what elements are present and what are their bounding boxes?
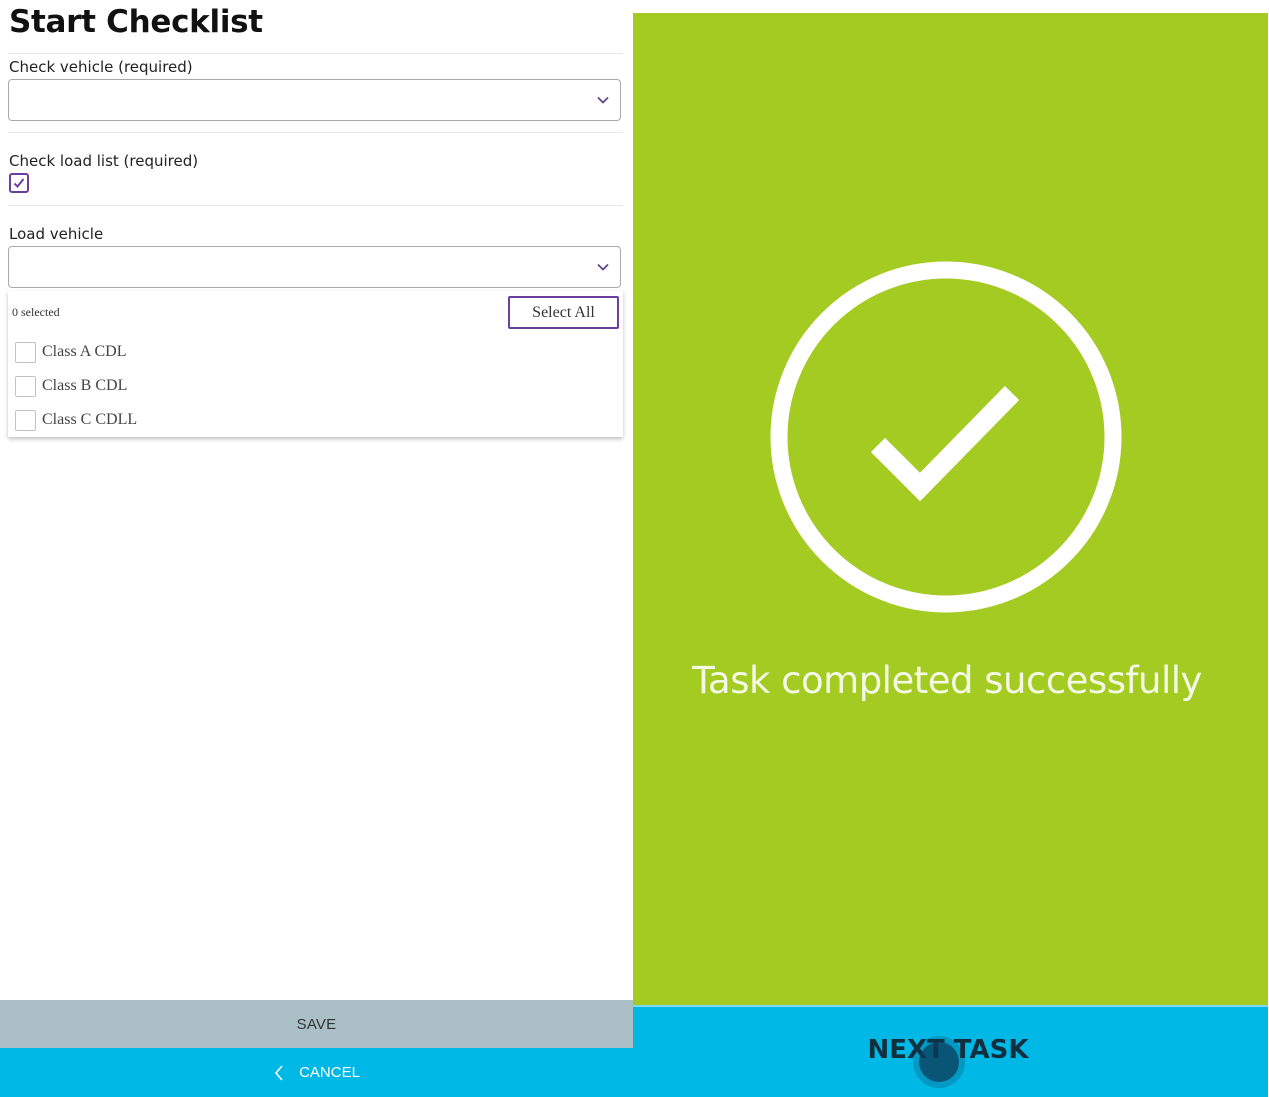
option-checkbox[interactable]: [15, 410, 36, 431]
completion-panel: Task completed successfully NEXT TASK: [633, 13, 1269, 1097]
check-load-list-checkbox[interactable]: [9, 173, 29, 193]
divider: [8, 132, 623, 133]
cancel-button[interactable]: CANCEL: [0, 1048, 633, 1097]
load-vehicle-select[interactable]: [8, 246, 621, 288]
option-checkbox[interactable]: [15, 376, 36, 397]
load-vehicle-label: Load vehicle: [9, 225, 104, 243]
success-screen: Task completed successfully: [633, 13, 1268, 1005]
divider: [8, 205, 623, 206]
option-checkbox[interactable]: [15, 342, 36, 363]
load-vehicle-dropdown: 0 selected Select All Class A CDL Class …: [8, 291, 623, 437]
success-message: Task completed successfully: [692, 659, 1202, 702]
check-load-list-label: Check load list (required): [9, 152, 199, 170]
option-label: Class A CDL: [42, 343, 127, 360]
save-label: SAVE: [296, 1015, 337, 1033]
option-class-b-cdl[interactable]: Class B CDL: [15, 375, 415, 399]
chevron-down-icon: [597, 263, 609, 271]
option-class-a-cdl[interactable]: Class A CDL: [15, 341, 415, 365]
touch-indicator: [919, 1042, 959, 1082]
option-class-c-cdll[interactable]: Class C CDLL: [15, 409, 415, 433]
check-vehicle-select[interactable]: [8, 79, 621, 121]
divider: [8, 53, 623, 54]
chevron-left-icon: [275, 1064, 283, 1081]
checkmark-icon: [13, 178, 25, 188]
option-label: Class C CDLL: [42, 411, 138, 428]
selected-count: 0 selected: [12, 305, 60, 319]
cancel-label: CANCEL: [299, 1064, 360, 1081]
check-vehicle-label: Check vehicle (required): [9, 58, 193, 76]
page-title: Start Checklist: [9, 4, 263, 40]
save-button[interactable]: SAVE: [0, 1000, 633, 1048]
next-task-button[interactable]: NEXT TASK: [633, 1005, 1268, 1097]
option-label: Class B CDL: [42, 377, 128, 394]
check-circle-icon: [770, 261, 1122, 613]
chevron-down-icon: [597, 96, 609, 104]
checklist-panel: Start Checklist Check vehicle (required)…: [0, 0, 633, 1097]
select-all-button[interactable]: Select All: [508, 296, 619, 329]
